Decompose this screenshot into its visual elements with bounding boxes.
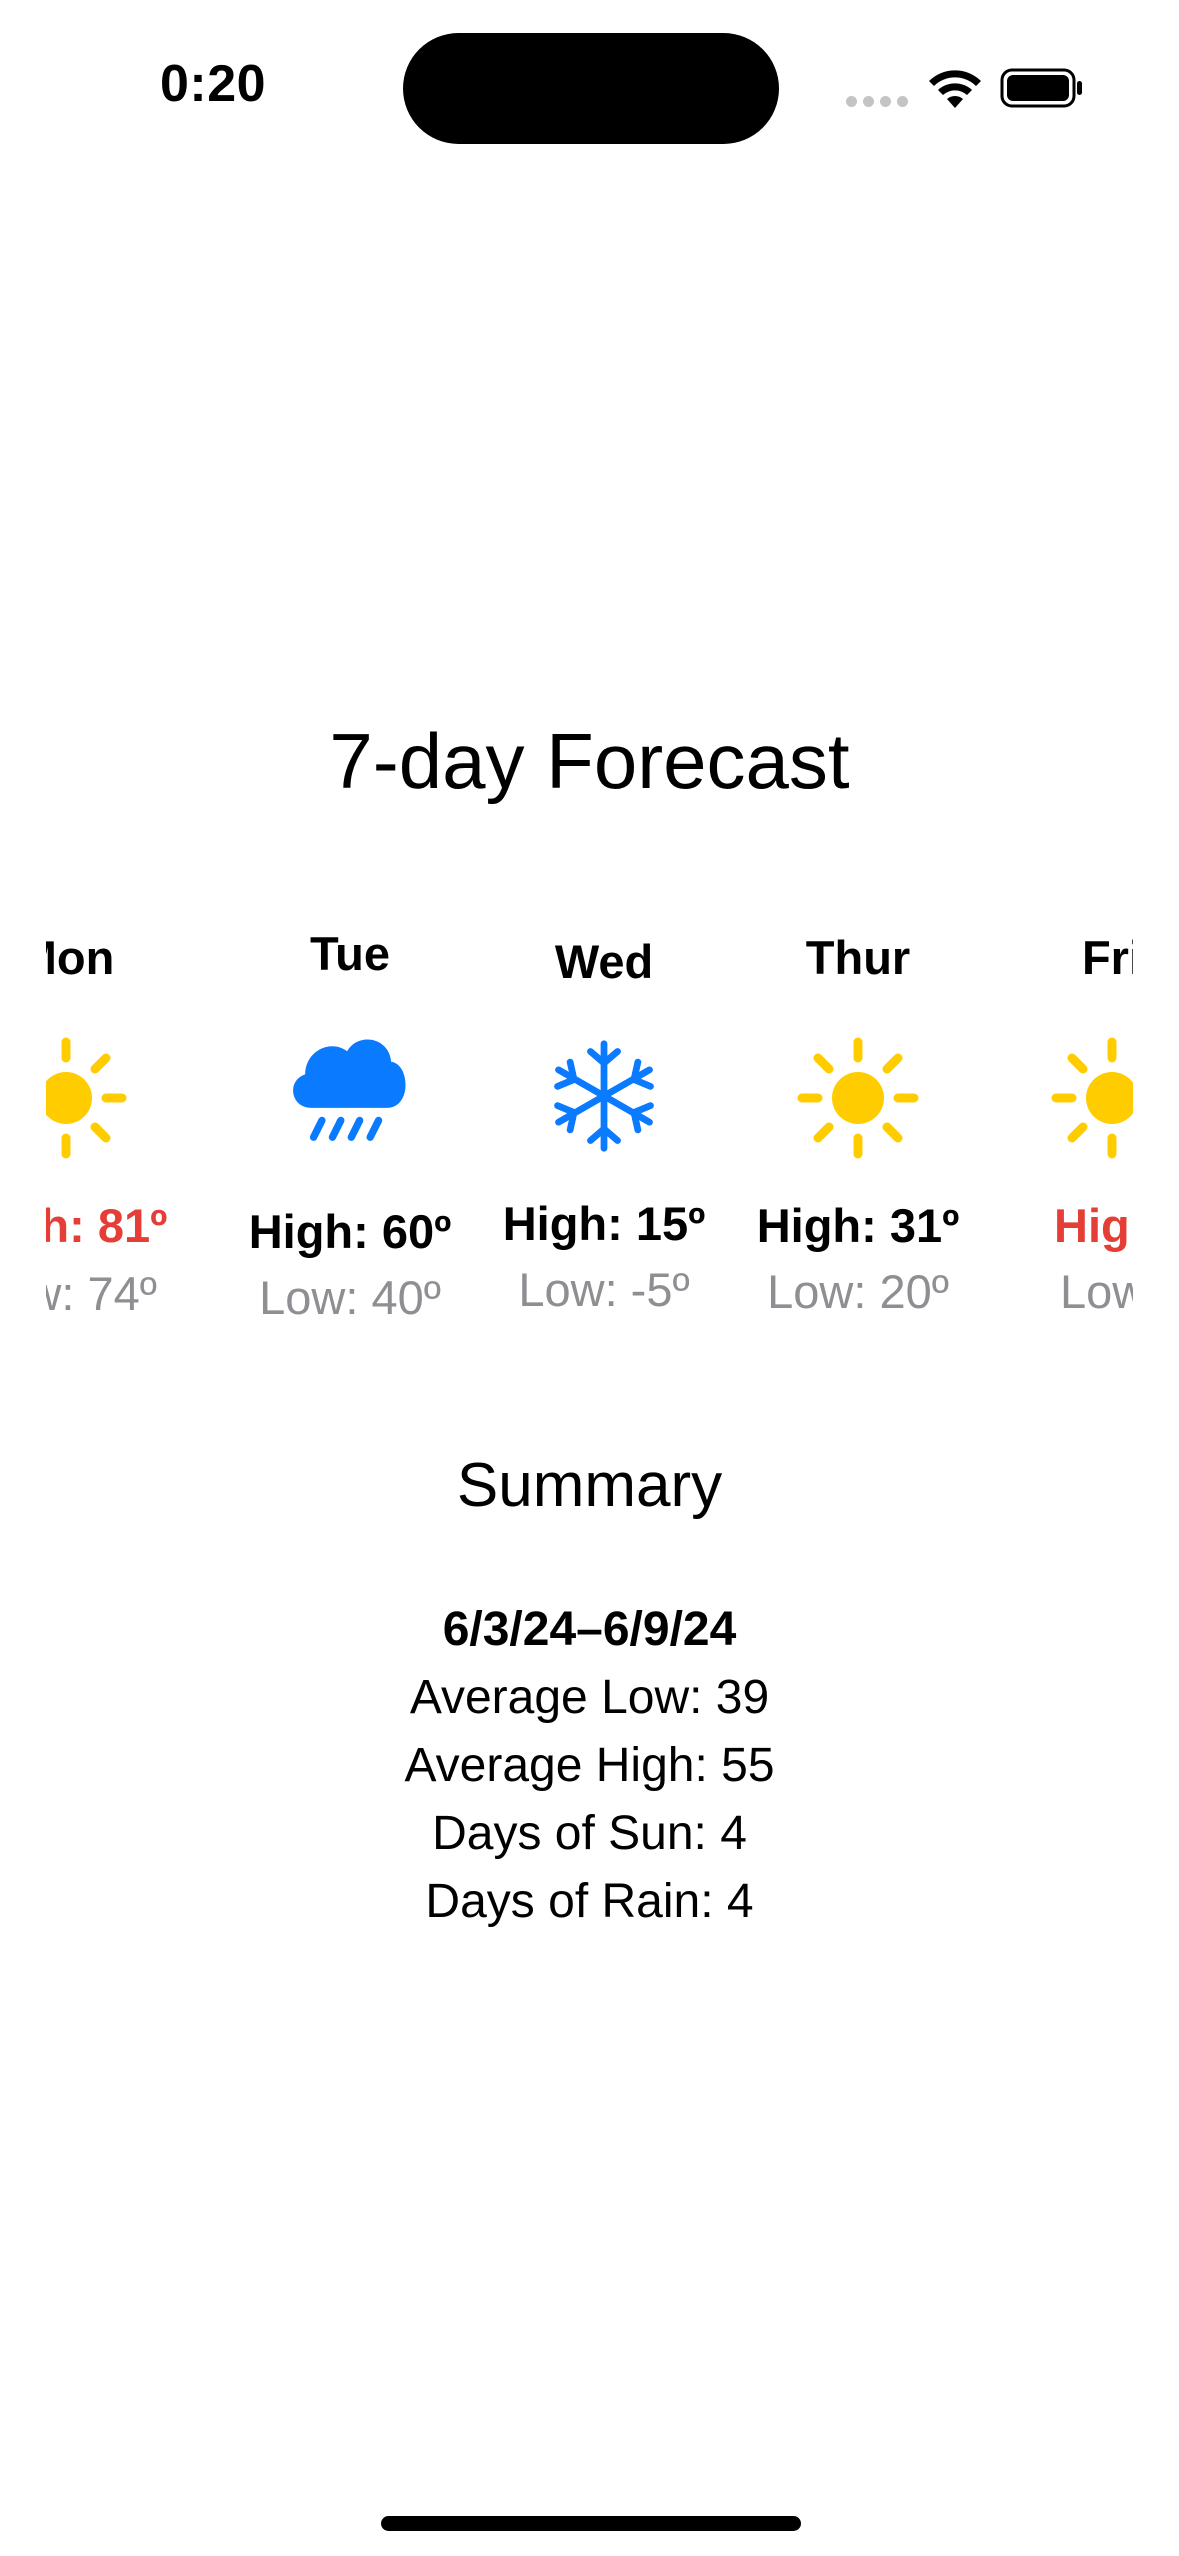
day-low: Low: 20º [767,1265,949,1318]
day-name: Mon [46,931,115,984]
day-name: Thur [805,931,911,984]
summary-title: Summary [456,1451,723,1520]
wifi-icon [929,70,981,108]
rain-cloud-icon [293,1039,406,1141]
day-card-thur: Thur High: 31º Low: 20º [738,900,978,1350]
day-card-mon: Mon High: 81º Low: 74º [46,900,186,1350]
summary-days-of-rain: Days of Rain: 4 [425,1875,754,1928]
summary-average-high: Average High: 55 [404,1739,775,1792]
day-high: High: [1054,1199,1133,1252]
sun-icon [1051,1037,1133,1159]
day-low: Low: [1060,1265,1133,1318]
cellular-signal-icon [846,96,908,108]
summary-average-low: Average Low: 39 [409,1671,770,1724]
day-name: Tue [309,927,391,980]
sun-icon [46,1037,127,1159]
day-card-fri: Fri High: Low: [992,900,1133,1350]
summary-days-of-sun: Days of Sun: 4 [432,1807,747,1860]
day-card-wed: Wed High: 15º Low: -5º [484,900,724,1350]
page-title: 7-day Forecast [329,717,850,805]
weather-screen: 0:20 7-day Forecast Mon [0,0,1179,2556]
day-high: High: 31º [756,1199,960,1252]
forecast-strip[interactable]: Mon High: 81º Low: 74º Tue [46,900,1133,1350]
day-high: High: 81º [46,1199,168,1252]
day-low: Low: 74º [46,1267,157,1320]
home-indicator[interactable] [381,2516,801,2531]
sun-icon [797,1037,919,1159]
day-card-tue: Tue High: 60º Low: 40º [230,900,470,1350]
summary-date-range: 6/3/24–6/9/24 [442,1603,737,1656]
day-name: Wed [554,935,654,988]
battery-icon [1000,68,1082,108]
day-name: Fri [1081,931,1133,984]
dynamic-island [403,33,779,144]
status-time: 0:20 [160,55,267,113]
snowflake-icon [554,1040,654,1152]
